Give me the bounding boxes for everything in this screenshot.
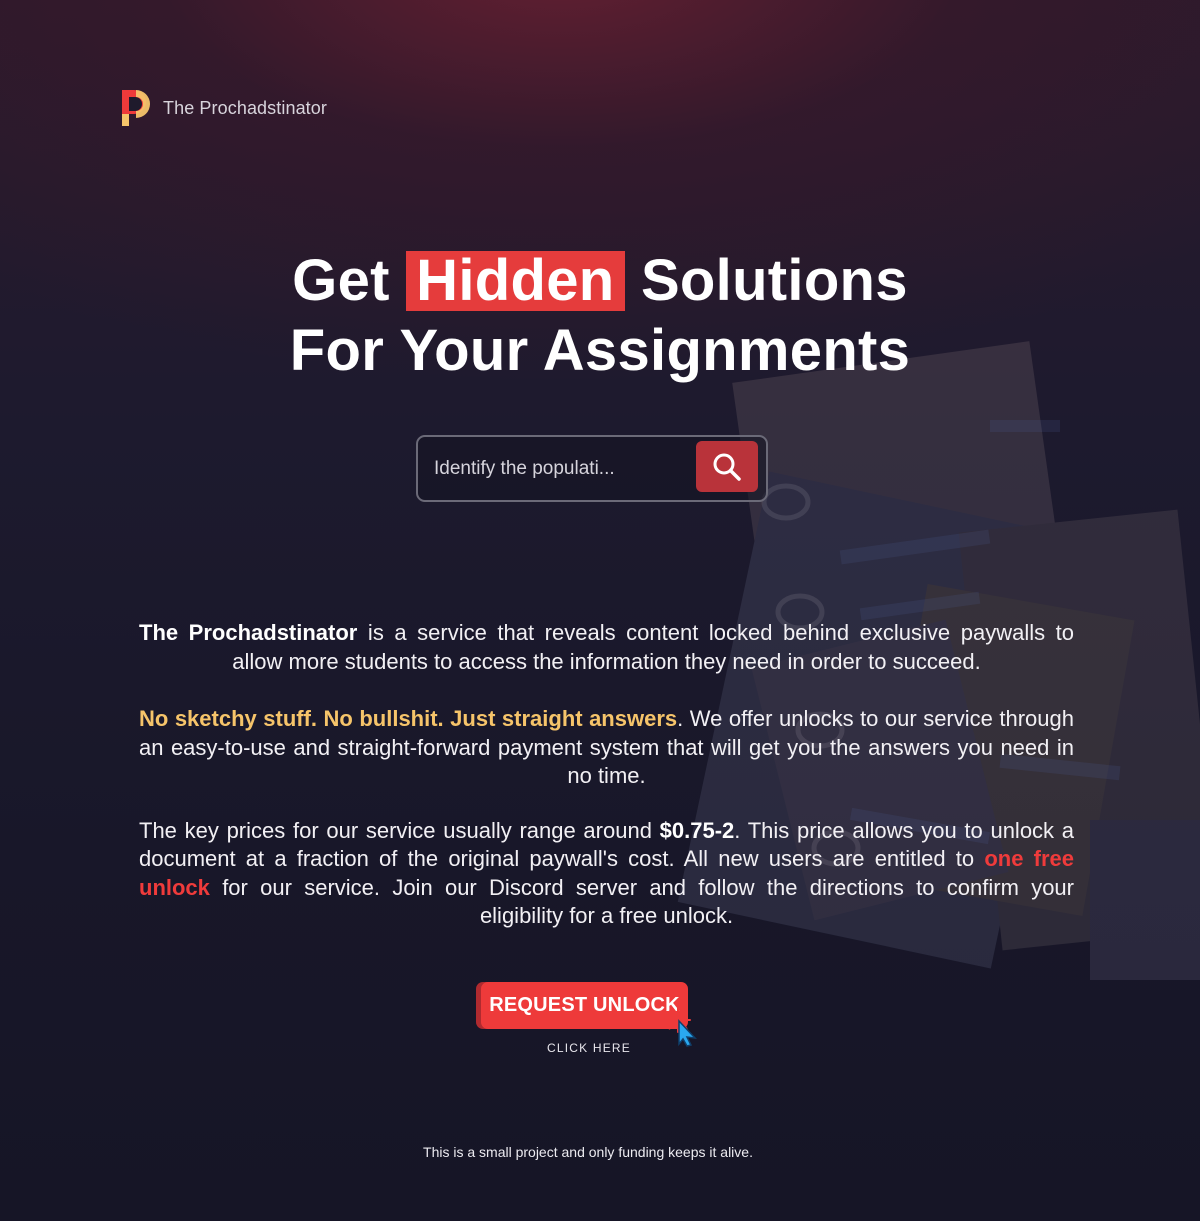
search-icon [713,453,741,481]
about-paragraph-2: No sketchy stuff. No bullshit. Just stra… [139,705,1074,791]
search-button[interactable] [696,441,758,492]
hero-title-line-1: Get Hidden Solutions [0,246,1200,316]
search-box [416,435,768,502]
about-paragraph-3: The key prices for our service usually r… [139,817,1074,931]
about-section: The Prochadstinator is a service that re… [139,619,1074,931]
hero-title-word-solutions: Solutions [640,248,908,313]
hero-title-line-2: For Your Assignments [289,318,911,383]
about-paragraph-1-text: is a service that reveals content locked… [232,620,1074,674]
request-unlock-button[interactable]: REQUEST UNLOCK [481,982,688,1029]
hero-title-word-get: Get [292,248,390,313]
tagline-highlight: No sketchy stuff. No bullshit. Just stra… [139,706,678,731]
click-cursor-icon [665,1007,697,1047]
brand-name: The Prochadstinator [163,97,327,118]
click-here-hint: CLICK HERE [546,1041,632,1055]
footer-note: This is a small project and only funding… [423,1144,753,1160]
brand-name-inline: The Prochadstinator [139,620,358,645]
about-paragraph-3-text-c: for our service. Join our Discord server… [209,874,1074,929]
hero-title: Get Hidden Solutions For Your Assignment… [0,246,1200,386]
price-range: $0.75-2 [659,817,735,843]
about-paragraph-3-text-a: The key prices for our service usually r… [139,817,660,843]
brand-header[interactable]: The Prochadstinator [120,88,327,128]
search-input[interactable] [434,437,689,500]
background-papers-illustration [677,341,1200,980]
about-paragraph-1: The Prochadstinator is a service that re… [139,619,1074,676]
prochadstinator-logo-icon [122,90,150,126]
hero-title-highlight: Hidden [406,251,625,311]
